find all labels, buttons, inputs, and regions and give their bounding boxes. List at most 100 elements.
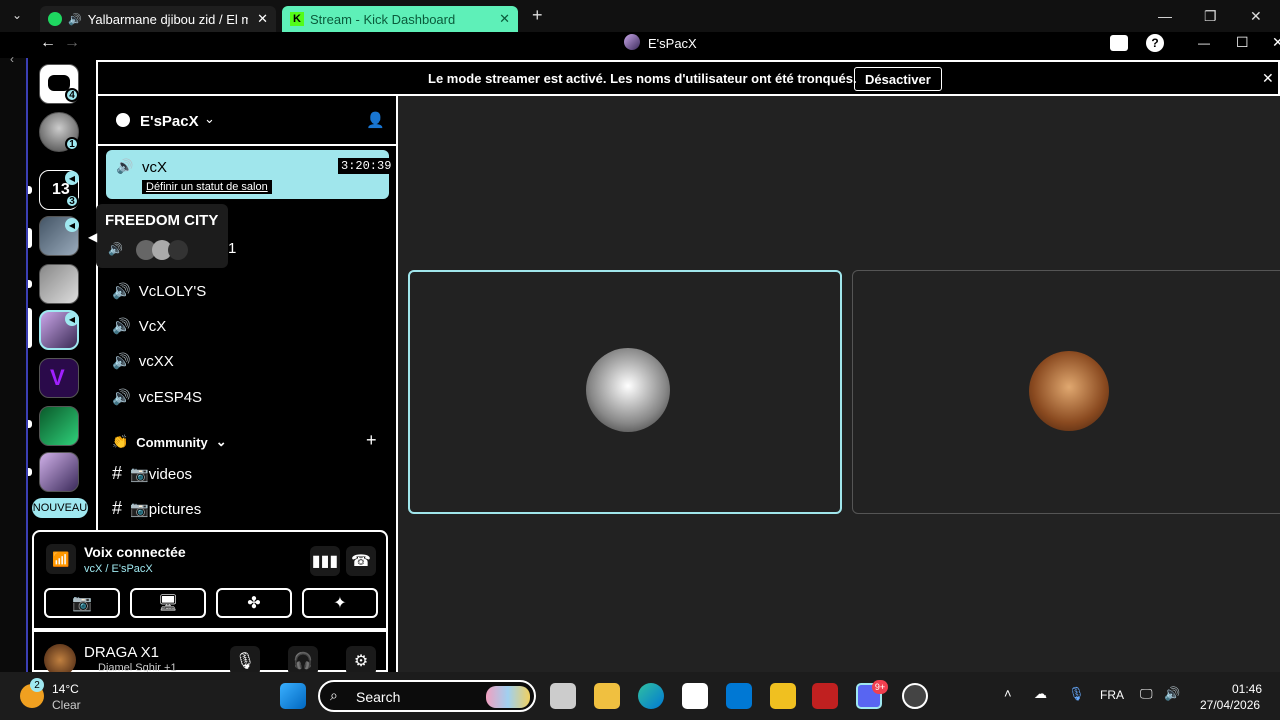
disconnect-button[interactable]: ☎ <box>346 546 376 576</box>
screen-share-icon: 🖥 <box>157 595 179 612</box>
voice-speaker-icon: ◀ <box>65 218 79 232</box>
notification-badge: 1 <box>65 137 79 151</box>
tooltip-arrow-icon: ◀ <box>88 230 98 244</box>
server-name: E'sPacX <box>140 113 199 130</box>
voice-speaker-icon: ◀ <box>65 171 79 185</box>
voice-timer: 3:20:39 <box>338 158 395 174</box>
microsoft-store-icon[interactable] <box>682 683 708 709</box>
chevron-left-icon[interactable]: ‹ <box>10 52 14 66</box>
hover-pill <box>28 228 32 248</box>
speaker-icon: 🔊 <box>108 242 123 256</box>
text-channel[interactable]: # 📷pictures <box>112 498 201 519</box>
category-community[interactable]: 👏 Community ⌄ <box>112 434 227 450</box>
maximize-icon[interactable]: ☐ <box>1236 34 1249 51</box>
close-tab-icon[interactable]: ✕ <box>257 11 268 27</box>
streamer-mode-banner: Le mode streamer est activé. Les noms d'… <box>96 60 1280 96</box>
new-label[interactable]: NOUVEAU <box>32 498 88 518</box>
obs-icon[interactable] <box>902 683 928 709</box>
close-banner-icon[interactable]: ✕ <box>1262 70 1274 87</box>
task-view-icon[interactable] <box>550 683 576 709</box>
discord-badge: 9+ <box>872 680 888 694</box>
help-icon[interactable]: ? <box>1146 34 1164 52</box>
weather-temp: 14°C <box>52 682 79 696</box>
network-icon[interactable]: 🖵 <box>1140 686 1153 702</box>
weather-badge: 2 <box>30 678 44 692</box>
server-tooltip: ◀ FREEDOM CITY 🔊 <box>88 204 228 268</box>
tab-spotify[interactable]: 🔊 Yalbarmane djibou zid / El me ✕ <box>40 6 276 32</box>
minimize-icon[interactable]: — <box>1198 36 1210 50</box>
edge-icon[interactable] <box>638 683 664 709</box>
file-explorer-icon[interactable] <box>594 683 620 709</box>
discord-title-bar: ← → E'sPacX ? — ☐ ✕ <box>28 32 1280 58</box>
participant-avatar <box>586 348 670 432</box>
back-arrow-icon[interactable]: ← <box>40 34 56 52</box>
unread-pill <box>28 186 32 194</box>
server-icon[interactable] <box>39 452 79 492</box>
chevron-up-icon[interactable]: ˄ <box>1004 686 1012 701</box>
minimize-icon[interactable]: — <box>1158 8 1172 24</box>
activities-button[interactable]: ✤ <box>216 588 292 618</box>
tab-list-chevron-icon[interactable]: ⌄ <box>12 8 22 22</box>
participant-tile[interactable] <box>852 270 1280 514</box>
windows-taskbar: 2 14°C Clear ⌕ Search 9+ ˄ ☁ 🎙 FRA 🖵 🔊 0… <box>0 672 1280 720</box>
noise-suppression-button[interactable]: ▮▮▮ <box>310 546 340 576</box>
chevron-down-icon: ⌄ <box>204 111 215 126</box>
selected-pill <box>28 308 32 348</box>
voice-channel[interactable]: 🔊 VcX <box>112 317 166 336</box>
avatar <box>168 240 188 260</box>
channel-name: 📷pictures <box>130 500 202 518</box>
spotify-icon <box>48 12 62 26</box>
server-icon[interactable] <box>39 264 79 304</box>
participant-tile-speaking[interactable] <box>408 270 842 514</box>
add-channel-icon[interactable]: + <box>366 430 377 451</box>
chevron-down-icon: ⌄ <box>215 434 227 449</box>
cloud-icon[interactable]: ☁ <box>1034 686 1047 702</box>
deactivate-button[interactable]: Désactiver <box>854 67 942 91</box>
channel-name: vcX <box>142 159 168 176</box>
add-member-icon[interactable]: 👤 <box>366 111 385 129</box>
active-voice-channel[interactable]: 🔊 vcX 3:20:39 Définir un statut de salon <box>106 150 395 199</box>
clap-icon: 👏 <box>112 434 129 449</box>
clock-date[interactable]: 27/04/2026 <box>1200 698 1260 712</box>
forward-arrow-icon[interactable]: → <box>64 34 80 52</box>
close-icon[interactable]: ✕ <box>1272 34 1280 51</box>
restore-icon[interactable]: ❐ <box>1204 8 1217 25</box>
channel-name: vcESP4S <box>138 388 203 406</box>
voice-status: Voix connectée <box>84 544 186 560</box>
language-indicator[interactable]: FRA <box>1100 688 1124 702</box>
activities-icon: ✤ <box>247 595 261 612</box>
voice-channel[interactable]: 🔊 vcESP4S <box>112 388 203 407</box>
soundboard-button[interactable]: ✦ <box>302 588 378 618</box>
voice-channel[interactable]: 🔊 VcLOLY'S <box>112 282 206 301</box>
voice-channel[interactable]: 🔊 vcXX <box>112 352 174 371</box>
taskbar-search[interactable]: ⌕ Search <box>318 680 536 712</box>
text-channel[interactable]: # 📷videos <box>112 463 192 484</box>
screen-share-button[interactable]: 🖥 <box>130 588 206 618</box>
voice-channel-path[interactable]: vcX / E'sPacX <box>84 563 153 575</box>
search-highlight-image <box>486 686 530 708</box>
inbox-icon[interactable] <box>1110 35 1128 51</box>
unread-pill <box>28 280 32 288</box>
microphone-icon[interactable]: 🎙 <box>1068 686 1085 702</box>
clock-time[interactable]: 01:46 <box>1232 682 1262 696</box>
close-window-icon[interactable]: ✕ <box>1250 8 1262 25</box>
search-label: Search <box>356 689 401 705</box>
app-title: E'sPacX <box>648 36 697 51</box>
camera-button[interactable]: 📷 <box>44 588 120 618</box>
windows-start-icon[interactable] <box>280 683 306 709</box>
new-tab-icon[interactable]: + <box>532 5 543 26</box>
close-tab-icon[interactable]: ✕ <box>499 11 510 27</box>
voice-connection-panel: 📶 Voix connectée vcX / E'sPacX ▮▮▮ ☎ 📷 🖥… <box>32 530 388 630</box>
tab-kick[interactable]: K Stream - Kick Dashboard ✕ <box>282 6 518 32</box>
rockstar-icon[interactable] <box>770 683 796 709</box>
server-header[interactable]: E'sPacX ⌄ 👤 <box>98 96 396 146</box>
mail-icon[interactable] <box>726 683 752 709</box>
volume-icon[interactable]: 🔊 <box>1164 686 1180 702</box>
waveform-icon: ▮▮▮ <box>311 553 339 570</box>
server-icon[interactable] <box>39 406 79 446</box>
set-channel-status-link[interactable]: Définir un statut de salon <box>142 180 272 194</box>
headphones-icon: 🎧 <box>293 653 313 670</box>
notification-badge: 4 <box>65 88 79 102</box>
server-icon[interactable]: V <box>39 358 79 398</box>
voicemeeter-icon[interactable] <box>812 683 838 709</box>
